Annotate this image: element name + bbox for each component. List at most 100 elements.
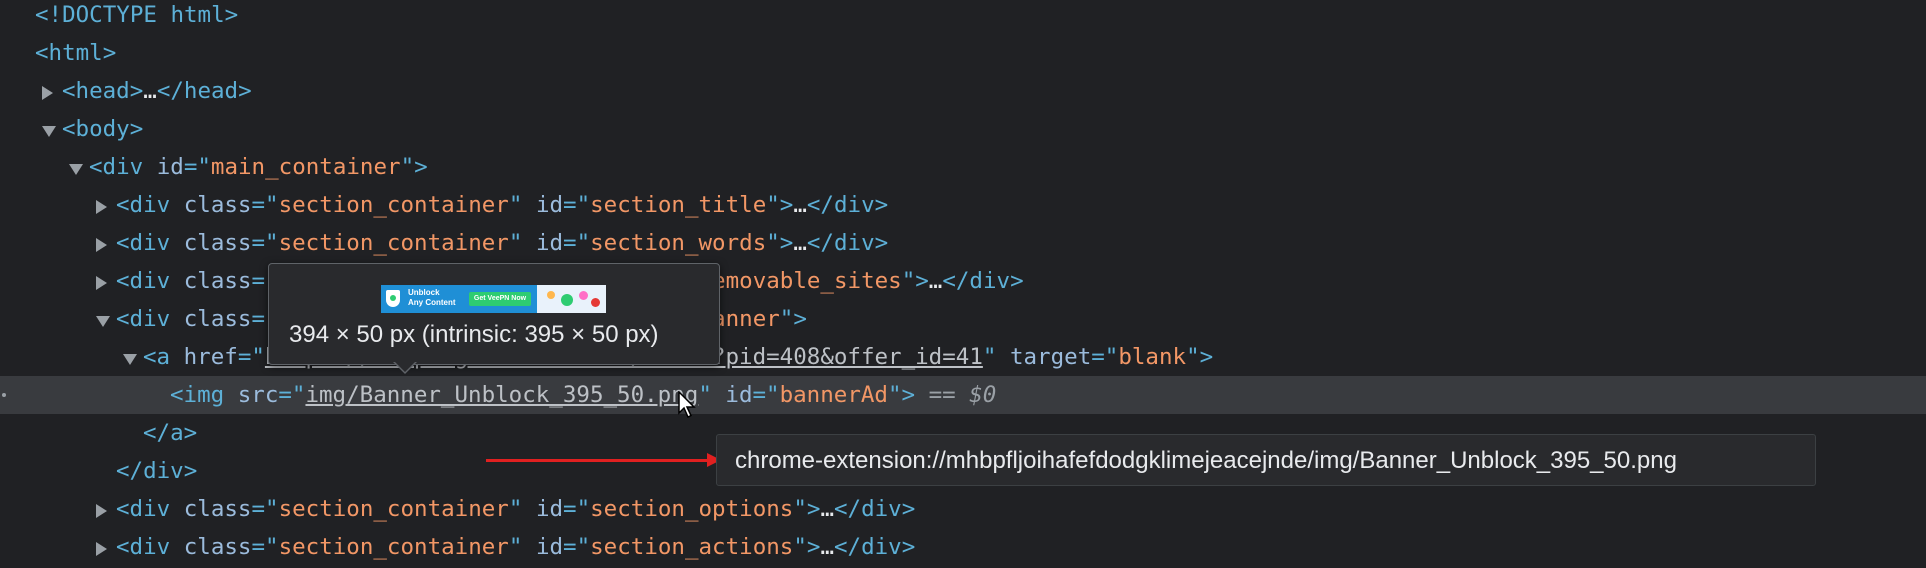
token-tag: =" [563, 496, 591, 522]
expand-triangle-icon[interactable] [96, 504, 107, 518]
image-dimensions: 394 × 50 px (intrinsic: 395 × 50 px) [289, 321, 659, 348]
annotation-arrow-line [486, 459, 710, 462]
token-attr: id [156, 154, 184, 180]
token-val: section_title [590, 192, 767, 218]
decoration-circle [591, 298, 600, 307]
token-tag: =" [183, 154, 211, 180]
expand-triangle-icon[interactable] [96, 542, 107, 556]
dom-node[interactable]: <!DOCTYPE html> [0, 0, 1926, 34]
token-tag: =" [237, 344, 265, 370]
expand-triangle-icon[interactable] [42, 86, 53, 100]
token-val: main_container [210, 154, 401, 180]
dom-node-code: <body> [62, 110, 143, 148]
tooltip-pointer-inner [394, 361, 416, 372]
token-tag: <div [116, 496, 184, 522]
token-tag: <div [116, 268, 184, 294]
dom-node-code: <head>…</head> [62, 72, 252, 110]
dom-node[interactable]: <div id="main_container"> [0, 148, 1926, 186]
token-tag: </div> [833, 496, 916, 522]
token-tag: "> [400, 154, 428, 180]
token-tag: "> [779, 306, 807, 332]
dom-node-code: </a> [143, 414, 197, 452]
dom-node-code: <div id="main_container"> [89, 148, 428, 186]
token-tag: =" [752, 382, 780, 408]
dom-node[interactable]: <div class="section_container" id="secti… [0, 528, 1926, 566]
token-tag: "> [793, 496, 821, 522]
shield-icon [386, 290, 400, 307]
token-tag: </a> [143, 420, 198, 446]
token-val: section_container [278, 496, 509, 522]
token-attr: href [183, 344, 238, 370]
token-tag: "> [1186, 344, 1214, 370]
dom-node-code: </div> [116, 452, 197, 490]
token-hint: == $0 [915, 382, 997, 408]
dom-node[interactable]: <div class="section_container" id="secti… [0, 224, 1926, 262]
token-attr: class [183, 268, 252, 294]
collapse-triangle-icon[interactable] [69, 164, 83, 175]
token-link[interactable]: img/Banner_Unblock_395_50.png [305, 382, 698, 408]
token-tag: <body> [62, 116, 144, 142]
token-val: section_container [278, 192, 509, 218]
dom-node-code: <html> [35, 34, 116, 72]
collapse-triangle-icon[interactable] [123, 354, 137, 365]
dom-node[interactable]: <html> [0, 34, 1926, 72]
selection-dot-icon [2, 393, 6, 397]
collapse-triangle-icon[interactable] [42, 126, 56, 137]
token-tag: <img [170, 382, 238, 408]
token-txt: … [793, 230, 807, 256]
decoration-circle [547, 291, 555, 299]
dom-node-code: <img src="img/Banner_Unblock_395_50.png"… [170, 376, 996, 414]
token-tag: <a [143, 344, 184, 370]
token-tag: "> [766, 230, 794, 256]
token-attr: class [183, 230, 252, 256]
dom-node-code: <div class="section_container" id="secti… [116, 490, 915, 528]
token-tag: " [698, 382, 726, 408]
expand-triangle-icon[interactable] [96, 276, 107, 290]
token-attr: id [535, 534, 564, 560]
dom-node-code: <div class="section_container" id="secti… [116, 224, 888, 262]
dom-node-code: <div class="section_container" id="secti… [116, 528, 915, 566]
token-val: blank [1118, 344, 1187, 370]
banner-preview-image: Unblock Any Content Get VeePN Now [381, 285, 606, 313]
token-txt: … [820, 534, 834, 560]
token-tag: "> [793, 534, 821, 560]
collapse-triangle-icon[interactable] [96, 316, 110, 327]
expand-triangle-icon[interactable] [96, 200, 107, 214]
token-tag: " [508, 534, 536, 560]
token-tag: <head> [62, 78, 144, 104]
dom-node-code: <div class="section_container" id="secti… [116, 186, 888, 224]
token-tag: " [982, 344, 1010, 370]
token-tag: =" [251, 192, 279, 218]
dom-node-selected[interactable]: <img src="img/Banner_Unblock_395_50.png"… [0, 376, 1926, 414]
token-tag: </div> [806, 192, 889, 218]
token-val: section_options [590, 496, 794, 522]
token-tag: </div> [806, 230, 889, 256]
dom-node[interactable]: <div class="section_container" id="secti… [0, 490, 1926, 528]
token-attr: src [237, 382, 279, 408]
token-tag: " [508, 192, 536, 218]
token-tag: "> [901, 268, 929, 294]
banner-preview-button: Get VeePN Now [469, 292, 531, 306]
token-tag: =" [278, 382, 306, 408]
resolved-url-tooltip: chrome-extension://mhbpfljoihafefdodgkli… [716, 434, 1816, 486]
decoration-circle [579, 291, 588, 300]
token-attr: id [535, 496, 564, 522]
token-txt: … [820, 496, 834, 522]
token-attr: class [183, 306, 252, 332]
token-tag: =" [563, 534, 591, 560]
expand-triangle-icon[interactable] [96, 238, 107, 252]
token-val: section_container [278, 230, 509, 256]
token-attr: class [183, 534, 252, 560]
dom-node[interactable]: <body> [0, 110, 1926, 148]
token-tag: <div [89, 154, 157, 180]
token-tag: "> [887, 382, 916, 408]
token-attr: target [1009, 344, 1092, 370]
token-val: section_words [590, 230, 767, 256]
token-tag: <div [116, 534, 184, 560]
dom-node[interactable]: <head>…</head> [0, 72, 1926, 110]
token-txt: … [793, 192, 807, 218]
token-tag: =" [251, 534, 279, 560]
token-tag: </head> [156, 78, 252, 104]
dom-node[interactable]: <div class="section_container" id="secti… [0, 186, 1926, 224]
token-tag: </div> [942, 268, 1024, 294]
